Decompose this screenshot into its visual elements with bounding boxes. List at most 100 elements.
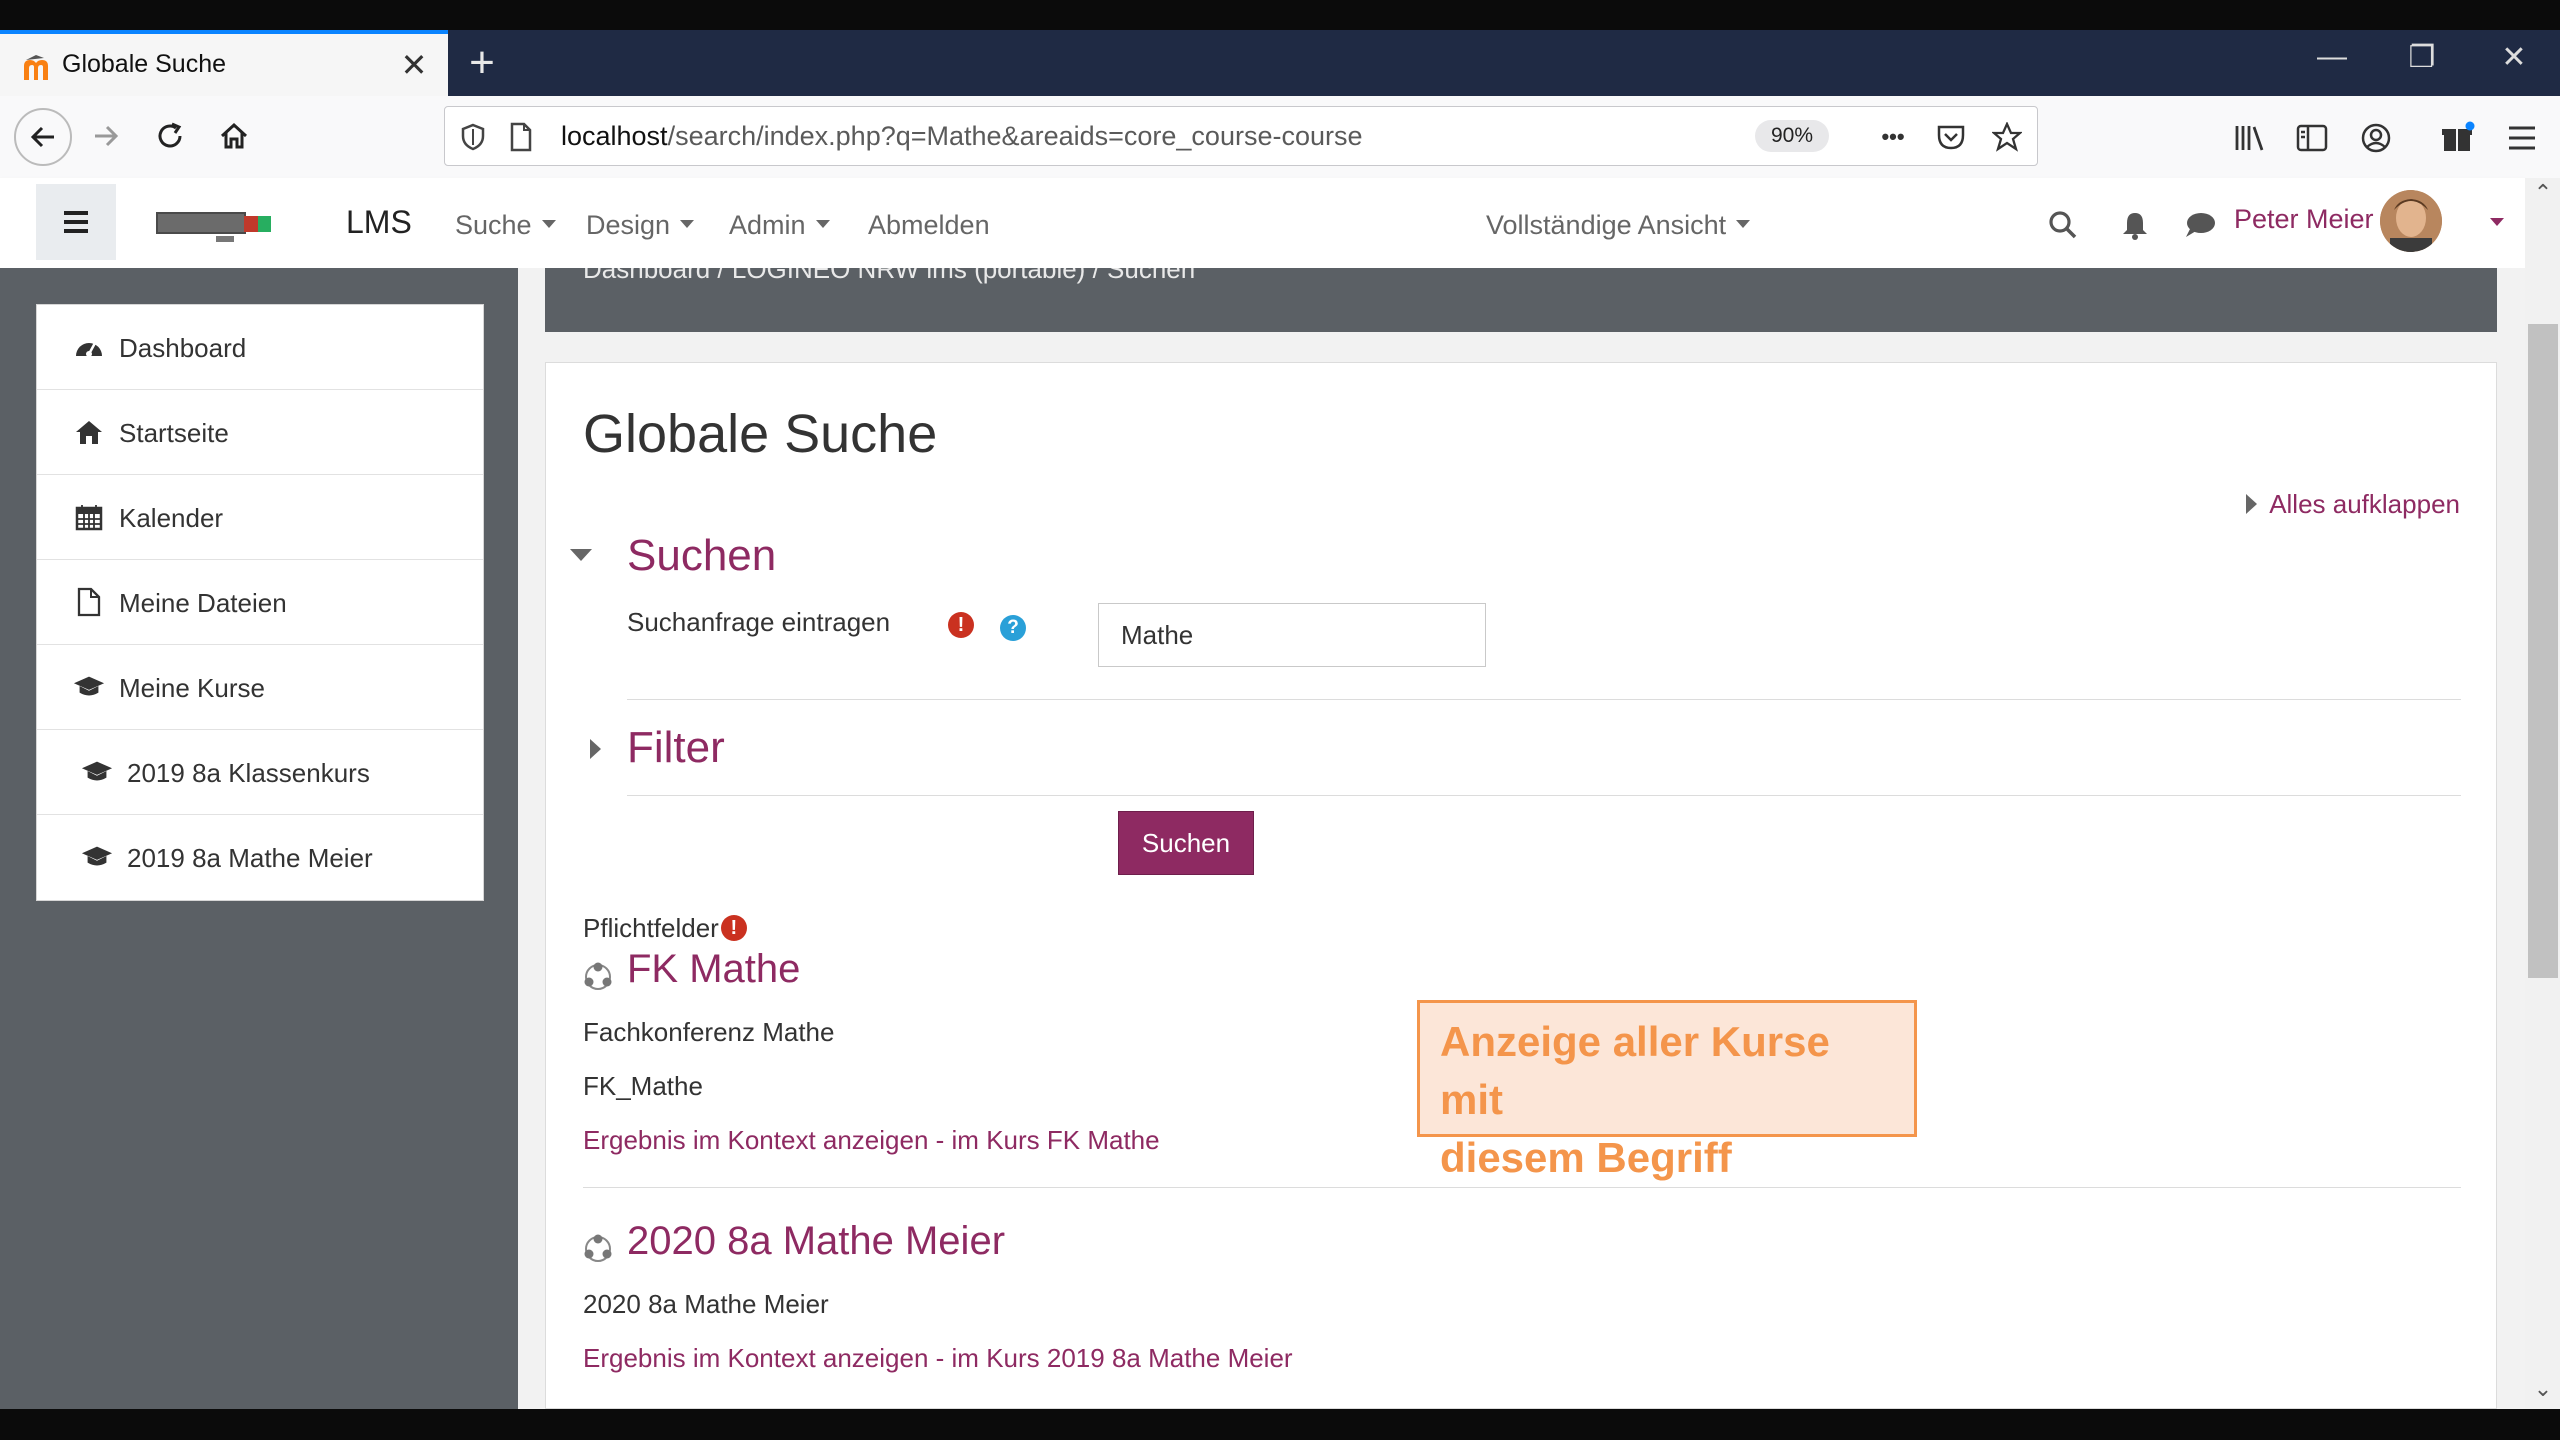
messages-icon[interactable] — [2183, 208, 2217, 242]
menu-admin[interactable]: Admin — [729, 210, 830, 241]
sidebar-item-course-mathe-meier[interactable]: 2019 8a Mathe Meier — [37, 815, 483, 900]
library-icon[interactable] — [2230, 118, 2270, 158]
required-fields-note: Pflichtfelder! — [583, 913, 747, 944]
sidebar-item-startseite[interactable]: Startseite — [37, 390, 483, 475]
section-header-filter[interactable]: Filter — [627, 723, 725, 773]
scrollbar-thumb[interactable] — [2528, 324, 2558, 978]
divider — [627, 795, 2461, 796]
url-path: /search/index.php?q=Mathe&areaids=core_c… — [667, 121, 1363, 151]
menu-design-label: Design — [586, 210, 671, 240]
sidebar-toggle-icon[interactable] — [2292, 118, 2332, 158]
search-query-input[interactable] — [1098, 603, 1486, 667]
restore-icon[interactable]: ❐ — [2402, 40, 2442, 75]
dashboard-icon — [73, 332, 105, 362]
browser-tab-strip: Globale Suche ✕ + — ❐ ✕ — [0, 30, 2560, 96]
forward-arrow-icon — [95, 125, 119, 147]
help-icon[interactable]: ? — [1000, 615, 1026, 641]
required-fields-label: Pflichtfelder — [583, 913, 719, 943]
url-bar[interactable]: localhost/search/index.php?q=Mathe&areai… — [444, 106, 2038, 166]
user-menu-caret-icon[interactable] — [2490, 218, 2504, 226]
new-tab-button[interactable]: + — [462, 38, 502, 88]
menu-suche[interactable]: Suche — [455, 210, 556, 241]
bookmark-star-icon[interactable] — [1991, 121, 2023, 153]
divider — [627, 699, 2461, 700]
reload-button[interactable] — [144, 110, 196, 162]
result-title-link[interactable]: FK Mathe — [627, 947, 800, 992]
page-actions-icon[interactable]: ••• — [1877, 121, 1909, 153]
breadcrumb-text[interactable]: Dashboard / LOGINEO NRW lms (portable) /… — [583, 268, 1195, 285]
view-mode-label: Vollständige Ansicht — [1486, 210, 1727, 240]
minimize-icon[interactable]: — — [2312, 40, 2352, 74]
divider — [583, 1187, 2461, 1188]
user-name[interactable]: Peter Meier — [2234, 204, 2374, 235]
section-header-suchen[interactable]: Suchen — [627, 531, 776, 581]
notification-bell-icon[interactable] — [2118, 208, 2152, 242]
sidebar-item-course-klassenkurs[interactable]: 2019 8a Klassenkurs — [37, 730, 483, 815]
graduation-cap-icon — [81, 757, 113, 787]
caret-down-icon — [680, 219, 695, 228]
caret-down-icon — [541, 219, 556, 228]
sidebar-item-label: Dashboard — [119, 333, 247, 363]
drawer-toggle-button[interactable] — [36, 184, 116, 260]
reload-icon — [158, 122, 182, 148]
annotation-line-2: diesem Begriff — [1440, 1134, 1732, 1181]
sidebar-item-label: Startseite — [119, 418, 229, 448]
sidebar-item-dashboard[interactable]: Dashboard — [37, 305, 483, 390]
sidebar-item-label: 2019 8a Mathe Meier — [127, 843, 373, 873]
shield-icon[interactable] — [457, 121, 489, 153]
browser-toolbar: localhost/search/index.php?q=Mathe&areai… — [0, 96, 2560, 179]
file-icon — [73, 587, 105, 617]
zoom-level-badge[interactable]: 90% — [1755, 120, 1829, 152]
annotation-line-1: Anzeige aller Kurse mit — [1440, 1018, 1830, 1123]
close-window-icon[interactable]: ✕ — [2494, 40, 2534, 75]
graduation-cap-icon — [73, 672, 105, 702]
account-icon[interactable] — [2356, 118, 2396, 158]
search-submit-button[interactable]: Suchen — [1118, 811, 1254, 875]
forward-button[interactable] — [80, 110, 132, 162]
search-icon[interactable] — [2046, 208, 2080, 242]
user-avatar[interactable] — [2380, 190, 2442, 252]
required-icon: ! — [720, 915, 747, 941]
home-icon — [220, 122, 248, 149]
result-title-link[interactable]: 2020 8a Mathe Meier — [627, 1219, 1005, 1264]
expand-caret-icon[interactable] — [590, 739, 601, 759]
page-info-icon[interactable] — [505, 121, 537, 153]
menu-abmelden[interactable]: Abmelden — [868, 210, 990, 241]
home-icon — [73, 417, 105, 447]
view-mode-dropdown[interactable]: Vollständige Ansicht — [1486, 210, 1751, 241]
result-context-link[interactable]: Ergebnis im Kontext anzeigen - im Kurs 2… — [583, 1343, 1293, 1374]
tab-close-icon[interactable]: ✕ — [398, 46, 430, 84]
menu-admin-label: Admin — [729, 210, 806, 240]
sidebar-item-label: Meine Dateien — [119, 588, 287, 618]
caret-down-icon — [815, 219, 830, 228]
scroll-up-icon[interactable]: ⌃ — [2531, 180, 2555, 206]
menu-design[interactable]: Design — [586, 210, 695, 241]
logineo-nrw-logo[interactable] — [156, 208, 286, 246]
collapse-caret-icon[interactable] — [570, 549, 592, 561]
course-icon — [584, 962, 612, 990]
back-arrow-icon — [30, 126, 54, 148]
moodle-favicon-icon — [24, 55, 48, 80]
extensions-gift-icon[interactable] — [2438, 118, 2478, 158]
sidebar-item-label: Meine Kurse — [119, 673, 265, 703]
site-brand[interactable]: LMS — [346, 204, 412, 241]
result-summary: Fachkonferenz Mathe — [583, 1017, 835, 1047]
menu-suche-label: Suche — [455, 210, 532, 240]
home-button[interactable] — [208, 110, 260, 162]
screen-bottom-border — [0, 1409, 2560, 1440]
query-label: Suchanfrage eintragen — [627, 607, 891, 637]
sidebar-item-kalender[interactable]: Kalender — [37, 475, 483, 560]
result-context-link[interactable]: Ergebnis im Kontext anzeigen - im Kurs F… — [583, 1125, 1160, 1156]
sidebar-item-meine-dateien[interactable]: Meine Dateien — [37, 560, 483, 645]
expand-all-link[interactable]: Alles aufklappen — [2246, 489, 2460, 520]
scroll-down-icon[interactable]: ⌄ — [2531, 1376, 2555, 1402]
browser-tab[interactable]: Globale Suche ✕ — [0, 30, 448, 96]
pocket-icon[interactable] — [1935, 121, 1967, 153]
expand-all-label: Alles aufklappen — [2269, 489, 2460, 519]
page-title: Globale Suche — [583, 404, 938, 464]
sidebar-nav-list: Dashboard Startseite Kalender Meine Date… — [36, 304, 484, 901]
sidebar-item-meine-kurse[interactable]: Meine Kurse — [37, 645, 483, 730]
app-menu-icon[interactable] — [2502, 118, 2542, 158]
back-button[interactable] — [14, 108, 72, 166]
main-content-card: Globale Suche Alles aufklappen Suchen Su… — [545, 362, 2497, 1409]
